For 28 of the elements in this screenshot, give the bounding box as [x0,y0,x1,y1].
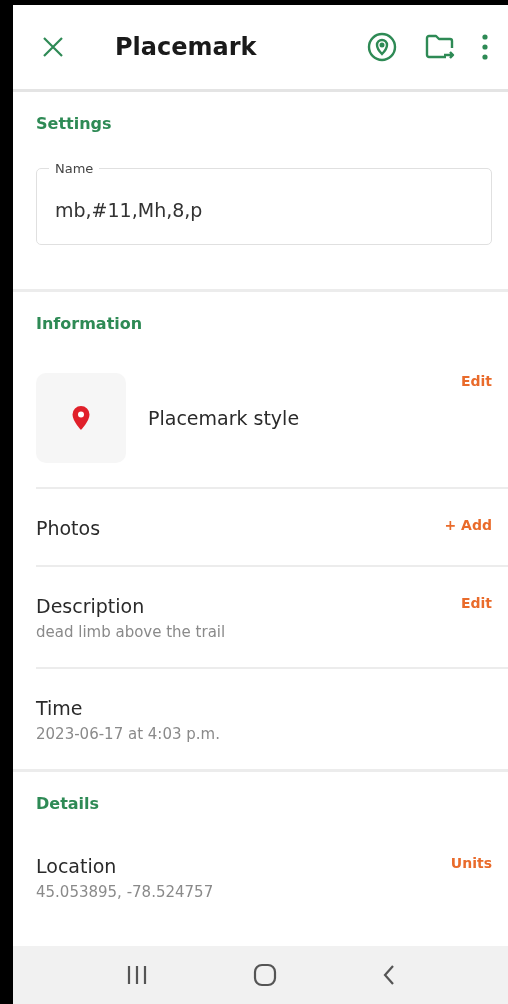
placemark-style-tile[interactable] [36,373,126,463]
field-label: Name [54,161,95,176]
row-title: Placemark style [148,407,300,429]
row-title: Description [36,595,146,617]
map-pin-icon [71,405,91,431]
row-title: Photos [36,517,101,539]
close-icon [41,35,65,59]
back-icon [381,964,396,986]
edit-link[interactable]: Edit [460,595,492,611]
edit-link[interactable]: Units [450,855,492,871]
section-heading: Settings [36,113,113,135]
pin-in-circle-icon [366,31,398,63]
more-icon [482,34,488,60]
home-icon [252,963,277,987]
edit-link[interactable]: Edit [460,373,492,389]
recent-apps-icon [125,965,148,985]
section-heading: Details [36,793,101,815]
row-subtitle: 45.053895, -78.524757 [36,883,214,901]
text-input[interactable]: mb,#11,Mh,8,p [55,199,473,221]
row-title: Location [36,855,118,877]
edit-link[interactable]: + Add [444,517,492,533]
screen-title: Placemark [115,33,258,61]
section-heading: Information [36,313,144,335]
row-subtitle: dead limb above the trail [36,623,226,641]
row-title: Time [36,697,84,719]
name-field[interactable]: Name mb,#11,Mh,8,p [36,161,492,245]
row-subtitle: 2023-06-17 at 4:03 p.m. [36,725,220,743]
folder-arrow-icon [424,33,456,61]
